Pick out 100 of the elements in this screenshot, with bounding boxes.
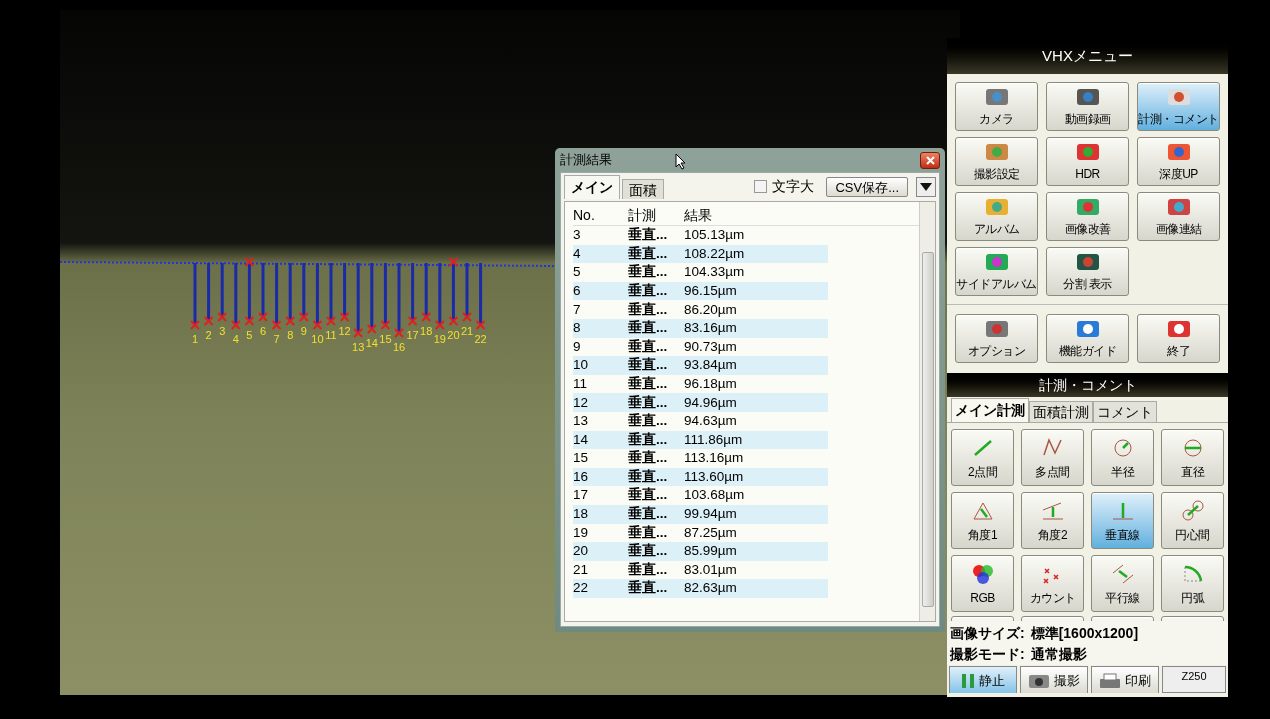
table-cell-text: 99.94µm [684,505,737,524]
table-cell-text: 18 [573,505,590,524]
table-cell-text: 10 [573,356,590,375]
measurement-number: 21 [460,325,474,337]
table-cell-text: 105.13µm [684,226,745,245]
measurement-number: 19 [433,333,446,345]
measure-tool-button[interactable]: 半径 [1091,429,1154,486]
toolbar-button[interactable]: 印刷 [1091,666,1159,693]
menu-button[interactable]: サイドアルバム [955,247,1038,296]
measurement-number: 13 [352,341,365,353]
measure-tool-button[interactable]: 垂直線 [1091,492,1154,549]
menu-button[interactable]: 画像連結 [1137,192,1220,241]
checkbox[interactable] [754,180,768,193]
csv-save-button[interactable]: CSV保存... [826,177,908,197]
table-cell-text: 96.15µm [684,281,737,300]
table-cell-text: 7 [573,300,582,319]
measure-tool-button[interactable]: 角度2 [1021,492,1084,549]
table-cell-text: 垂直... [628,244,669,263]
status-value: 通常撮影 [1030,645,1087,664]
tab[interactable]: 面積 [622,179,664,199]
status-label: 撮影モード: [950,645,1025,664]
table-cell-text: 16 [573,467,590,486]
measurement-number: 7 [273,333,280,345]
tab[interactable]: メイン計測 [951,398,1029,422]
menu-button[interactable]: 機能ガイド [1046,314,1129,363]
menu-button[interactable]: 深度UP [1137,137,1220,186]
measurement-number: 17 [406,329,419,341]
dropdown-button[interactable] [916,177,936,197]
tab[interactable]: 面積計測 [1029,401,1093,422]
table-cell-text: 垂直... [628,374,669,393]
menu-button[interactable]: 終了 [1137,314,1220,363]
measure-tool-button[interactable]: 平行線 [1091,555,1154,612]
table-cell-text: 垂直... [628,226,669,245]
measurement-number: 10 [311,333,324,345]
table-cell-text: 94.96µm [684,393,737,412]
menu-button[interactable]: 画像改善 [1046,192,1129,241]
tab[interactable]: メイン [564,175,620,199]
menu-button[interactable]: HDR [1046,137,1129,186]
measurement-number: 18 [420,325,433,337]
table-cell-text: 垂直... [628,300,669,319]
measurement-number: 20 [447,329,460,341]
measure-tool-button[interactable]: 円弧 [1161,555,1224,612]
measurement-number: 22 [474,333,487,345]
table-cell-text: 104.33µm [684,263,745,282]
table-cell-text: 3 [573,226,582,245]
menu-button[interactable]: アルバム [955,192,1038,241]
measure-tool-button[interactable]: カウント [1021,555,1084,612]
table-cell-text: 103.68µm [684,486,745,505]
menu-button[interactable]: オプション [955,314,1038,363]
table-cell-text: 垂直... [628,430,669,449]
measurement-number: 5 [246,329,253,341]
table-cell-text: 20 [573,542,590,561]
measure-tool-button[interactable]: 2点間 [951,429,1014,486]
table-cell-text: 垂直... [628,449,669,468]
measure-tool-button[interactable]: 直径 [1161,429,1224,486]
table-cell-text: 83.01µm [684,560,737,579]
table-cell-text: 12 [573,393,590,412]
menu-button[interactable]: 撮影設定 [955,137,1038,186]
table-cell-text: 90.73µm [684,337,737,356]
menu-button[interactable]: カメラ [955,82,1038,131]
column-header: No. [573,206,596,225]
measurement-number: 15 [379,333,392,345]
measurement-number: 9 [300,325,307,337]
table-cell-text: 垂直... [628,505,669,524]
table-cell-text: 111.86µm [684,430,743,449]
status-value: 標準[1600x1200] [1030,624,1139,643]
close-button[interactable] [920,151,940,169]
measurement-number: 4 [232,333,239,345]
table-cell-text: 5 [573,263,582,282]
scrollbar[interactable] [919,202,935,621]
menu-button[interactable]: 動画録画 [1046,82,1129,131]
table-cell-text: 6 [573,281,582,300]
table-cell-text: 22 [573,579,590,598]
status-label: 画像サイズ: [950,624,1025,643]
measurement-number: 16 [392,341,406,353]
column-header: 結果 [684,206,713,225]
table-cell-text: 94.63µm [684,412,737,431]
table-cell-text: 14 [573,430,590,449]
measure-tool-button[interactable]: 円心間 [1161,492,1224,549]
measure-tool-button[interactable]: 角度1 [951,492,1014,549]
camera-icon [1028,673,1050,689]
measure-tool-button[interactable]: 多点間 [1021,429,1084,486]
toolbar-button[interactable]: 撮影 [1020,666,1088,693]
table-cell-text: 垂直... [628,412,669,431]
measure-tool-button[interactable]: RGB [951,555,1014,612]
table-cell-text: 垂直... [628,337,669,356]
menu-button[interactable]: 分割 表示 [1046,247,1129,296]
toolbar-button[interactable]: 静止 [949,666,1017,693]
table-cell-text: 15 [573,449,590,468]
table-cell-text: 21 [573,560,590,579]
table-cell-text: 垂直... [628,393,669,412]
table-cell-text: 4 [573,244,582,263]
close-icon [925,155,935,165]
table-cell-text: 垂直... [628,263,669,282]
table-cell-text: 11 [573,374,588,393]
table-cell-text: 8 [573,319,582,338]
tab[interactable]: コメント [1093,401,1157,422]
menu-button[interactable]: 計測・コメント [1137,82,1220,131]
table-cell-text: 87.25µm [684,523,737,542]
pointer-cursor-icon [675,153,687,170]
